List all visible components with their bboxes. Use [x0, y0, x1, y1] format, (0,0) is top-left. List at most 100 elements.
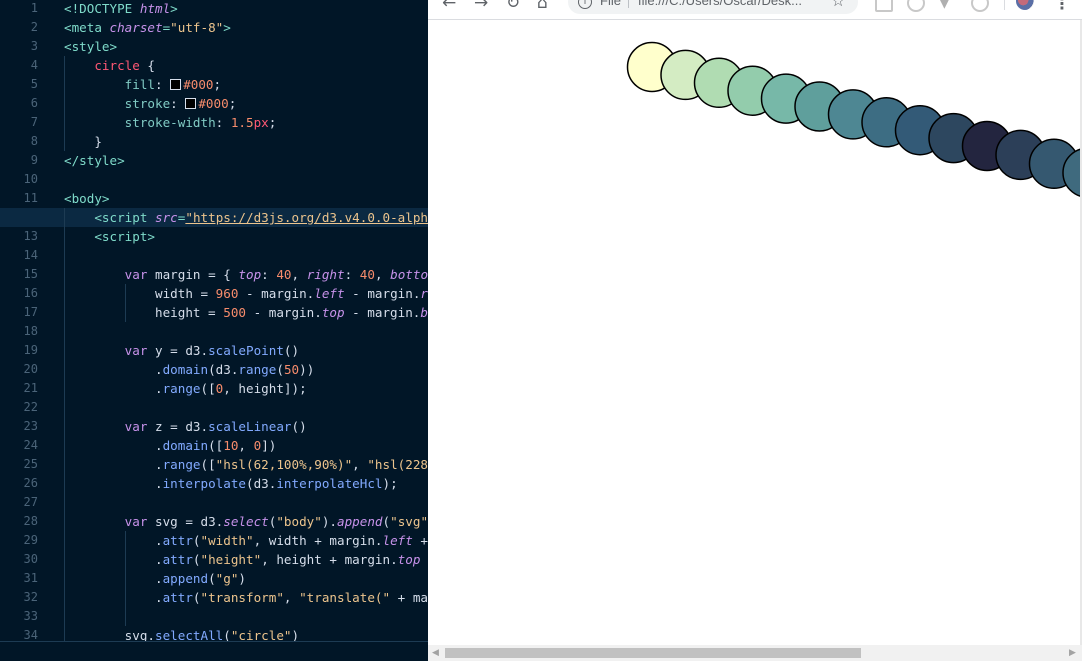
line-number: 3 — [30, 39, 38, 53]
code-line[interactable]: var margin = { top: 40, right: 40, botto… — [64, 265, 428, 284]
star-icon[interactable]: ☆ — [831, 0, 845, 10]
code-line[interactable]: var y = d3.scalePoint() — [64, 341, 299, 360]
code-line[interactable]: fill: #000; — [64, 75, 221, 94]
code-token: attr — [162, 590, 193, 605]
code-token: <body> — [64, 191, 110, 206]
code-token: attr — [162, 552, 193, 567]
code-line[interactable]: <!DOCTYPE html> — [64, 0, 178, 18]
code-token: range — [162, 457, 201, 472]
code-line[interactable]: .domain([10, 0]) — [64, 436, 276, 455]
code-token: () — [291, 419, 307, 434]
line-number: 20 — [23, 362, 38, 376]
code-token: > — [223, 20, 231, 35]
line-number: 4 — [30, 58, 38, 72]
home-icon[interactable]: ⌂ — [537, 0, 548, 12]
code-token: 960 — [215, 286, 239, 301]
code-line[interactable]: circle { — [64, 56, 155, 75]
code-line[interactable]: width = 960 - margin.left - margin.right — [64, 284, 428, 303]
extension-icon[interactable] — [907, 0, 925, 12]
code-line[interactable]: var svg = d3.select("body").append("svg"… — [64, 512, 428, 531]
code-line[interactable]: .attr("width", width + margin.left + mar… — [64, 531, 428, 550]
horizontal-scrollbar[interactable]: ◀ ▶ — [428, 645, 1082, 661]
code-editor[interactable]: 1234567891011121314151617181920212223242… — [0, 0, 428, 661]
back-arrow-icon[interactable]: ← — [442, 0, 456, 12]
code-line[interactable]: .interpolate(d3.interpolateHcl); — [64, 474, 398, 493]
color-swatch[interactable] — [170, 79, 182, 90]
code-line[interactable]: .attr("height", height + margin.top + ma… — [64, 550, 428, 569]
line-number: 22 — [23, 400, 38, 414]
address-bar[interactable]: i File file:///C:/Users/Oscar/Desk... ☆ — [568, 0, 858, 14]
code-token: #000 — [198, 96, 229, 111]
code-token: "hsl(62,100%,90%)" — [215, 457, 353, 472]
extension-icon[interactable]: ▼ — [939, 0, 950, 12]
forward-arrow-icon[interactable]: → — [474, 0, 488, 12]
code-line[interactable]: } — [64, 132, 102, 151]
code-token: ( — [192, 590, 201, 605]
profile-avatar[interactable] — [1016, 0, 1034, 10]
code-line[interactable]: <meta charset="utf-8"> — [64, 18, 231, 37]
code-token: - margin. — [344, 286, 421, 301]
scroll-right-icon[interactable]: ▶ — [1069, 647, 1076, 659]
code-token: . — [64, 457, 163, 472]
code-line[interactable]: <style> — [64, 37, 117, 56]
code-token: , height + margin. — [261, 552, 398, 567]
code-line[interactable]: stroke: #000; — [64, 94, 237, 113]
code-token: . — [64, 381, 163, 396]
code-line[interactable]: <script> — [64, 227, 155, 246]
code-token: ( — [192, 552, 201, 567]
line-number: 17 — [23, 305, 38, 319]
code-token: : — [261, 267, 277, 282]
circles-visualization — [626, 41, 1080, 197]
extension-icon[interactable] — [875, 0, 893, 12]
code-line[interactable]: .range([0, height]); — [64, 379, 307, 398]
code-token: { — [139, 58, 156, 73]
code-token: bottom — [390, 267, 428, 282]
line-number: 27 — [23, 495, 38, 509]
code-token: "g" — [215, 571, 239, 586]
code-token: ) — [238, 571, 247, 586]
code-line[interactable]: .domain(d3.range(50)) — [64, 360, 314, 379]
code-line[interactable]: </style> — [64, 151, 125, 170]
line-number: 26 — [23, 476, 38, 490]
code-token: () — [283, 343, 300, 358]
scroll-left-icon[interactable]: ◀ — [432, 647, 439, 659]
code-line[interactable]: .attr("transform", "translate(" + margin… — [64, 588, 428, 607]
line-number: 31 — [23, 571, 38, 585]
reload-icon[interactable]: ↻ — [506, 0, 520, 12]
horizontal-scroll-thumb[interactable] — [445, 648, 861, 658]
code-token: 40 — [276, 267, 292, 282]
code-area[interactable]: <!DOCTYPE html> <meta charset="utf-8"> <st… — [0, 0, 428, 661]
url-text[interactable]: file:///C:/Users/Oscar/Desk... — [638, 0, 802, 8]
code-token: . — [64, 571, 163, 586]
extension-icon[interactable] — [971, 0, 989, 12]
indent-guide — [125, 284, 126, 322]
code-token: var — [124, 514, 148, 529]
code-line[interactable]: .range(["hsl(62,100%,90%)", "hsl(228,30%… — [64, 455, 428, 474]
line-number: 11 — [23, 191, 38, 205]
browser-toolbar: ← → ↻ ⌂ i File file:///C:/Users/Oscar/De… — [428, 0, 1082, 20]
code-token: range — [238, 362, 277, 377]
code-token: 10 — [223, 438, 239, 453]
code-token: ; — [213, 77, 222, 92]
code-line[interactable]: .append("g") — [64, 569, 246, 588]
code-token: + margin. — [420, 533, 428, 548]
kebab-menu-icon[interactable]: ⋮ — [1054, 0, 1070, 13]
info-icon[interactable]: i — [578, 0, 592, 9]
code-line[interactable]: height = 500 - margin.top - margin.botto… — [64, 303, 428, 322]
color-swatch[interactable] — [185, 98, 197, 109]
line-number: 30 — [23, 552, 38, 566]
code-token: <script — [94, 210, 156, 225]
line-number: 9 — [30, 153, 38, 167]
code-token: right — [306, 267, 345, 282]
code-token: "https://d3js.org/d3.v4.0.0-alpha.4.min.… — [185, 210, 428, 225]
code-line[interactable]: <body> — [64, 189, 110, 208]
line-number: 24 — [23, 438, 38, 452]
indent-guide — [64, 56, 65, 151]
line-number: 19 — [23, 343, 38, 357]
code-token: . — [64, 362, 163, 377]
code-token: "body" — [276, 514, 322, 529]
code-line[interactable]: var z = d3.scaleLinear() — [64, 417, 307, 436]
code-token: ; — [228, 96, 237, 111]
code-line[interactable]: stroke-width: 1.5px; — [64, 113, 277, 132]
